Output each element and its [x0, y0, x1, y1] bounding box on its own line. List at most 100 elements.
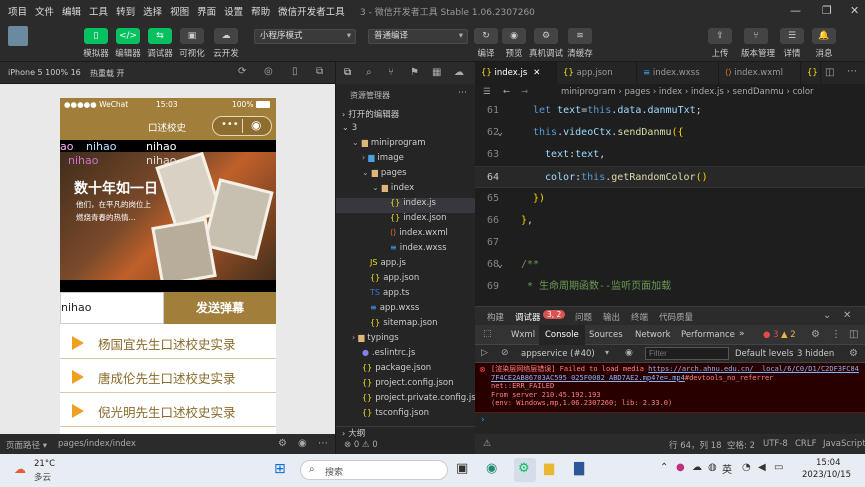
close-icon[interactable]: ✕ — [850, 4, 859, 17]
chevron-down-icon[interactable]: ▾ — [605, 348, 609, 357]
console-filter-input[interactable] — [645, 347, 729, 360]
eye-icon[interactable]: ◉ — [625, 348, 633, 358]
tab-code-quality[interactable]: 代码质量 — [659, 311, 693, 323]
tree-item[interactable]: {} sitemap.json — [336, 318, 476, 333]
detach-icon[interactable]: ⧉ — [316, 66, 323, 77]
forward-icon[interactable]: → — [521, 84, 528, 100]
console-prompt-icon[interactable]: › — [481, 415, 485, 425]
details-icon[interactable]: ☰ — [780, 28, 804, 44]
maximize-icon[interactable]: ❐ — [822, 4, 832, 17]
hotreload-toggle[interactable]: 热重载 开 — [90, 68, 125, 79]
code-line[interactable]: 65}) — [475, 188, 865, 210]
video-banner[interactable]: ao nihao nihao nihao nihao 数十年如一日 他们，在平凡… — [60, 140, 276, 292]
outline-section[interactable]: › 大纲 — [336, 426, 476, 441]
tab-sources[interactable]: Sources — [589, 330, 623, 340]
code-line[interactable]: 67 — [475, 232, 865, 254]
inspect-icon[interactable]: ⬚ — [483, 329, 492, 339]
menu-item-wechat-devtools[interactable]: 微信开发者工具 — [278, 4, 345, 18]
tree-item[interactable]: {} index.json — [336, 213, 476, 228]
tree-item[interactable]: TS app.ts — [336, 288, 476, 303]
open-editors-section[interactable]: › 打开的编辑器 — [336, 108, 476, 123]
tree-root[interactable]: ⌄ 3 — [336, 123, 476, 138]
tree-item[interactable]: ⌄ ▆ pages — [336, 168, 476, 183]
menu-item-help[interactable]: 帮助 — [251, 4, 270, 18]
back-icon[interactable]: ← — [503, 84, 510, 100]
menu-item-tools[interactable]: 工具 — [89, 4, 108, 18]
preview-icon[interactable]: ◉ — [502, 28, 526, 44]
clear-cache-icon[interactable]: ≋ — [568, 28, 592, 44]
more-icon[interactable]: ⋯ — [847, 66, 857, 77]
tray-app-icon[interactable]: ● — [676, 462, 685, 473]
tree-item[interactable]: JS app.js — [336, 258, 476, 273]
split-editor-icon[interactable]: ◫ — [825, 67, 834, 78]
upload-button[interactable]: 上传 — [700, 47, 740, 59]
input-method-label[interactable]: 英 — [722, 461, 732, 476]
tray-app-icon[interactable]: ◍ — [708, 462, 717, 473]
tree-item[interactable]: ≡ app.wxss — [336, 303, 476, 318]
danmu-input[interactable]: nihao — [60, 292, 164, 324]
console-error-entry[interactable]: ⊗ [渲染层网络层错误] Failed to load media https:… — [475, 363, 865, 413]
more-icon[interactable]: ••• — [221, 119, 239, 130]
code-line[interactable]: 68 ⌄ /** — [475, 254, 865, 276]
wechat-devtools-icon[interactable]: ⚙ — [518, 461, 530, 476]
tab-console[interactable]: Console — [539, 325, 585, 345]
encoding-setting[interactable]: UTF-8 — [763, 439, 788, 449]
debugger-icon[interactable]: ⇆ — [148, 28, 172, 44]
cloud-dev-button[interactable]: 云开发 — [206, 47, 246, 59]
compile-select[interactable]: 普通编译 — [368, 29, 468, 44]
list-item[interactable]: 倪光明先生口述校史实录 — [60, 394, 276, 427]
tab-performance[interactable]: Performance — [681, 330, 735, 340]
close-icon[interactable]: ✕ — [843, 310, 851, 321]
compile-icon[interactable]: ↻ — [474, 28, 498, 44]
sidebar-toggle-icon[interactable]: ▷ — [481, 348, 488, 358]
menu-item-select[interactable]: 选择 — [143, 4, 162, 18]
tree-item[interactable]: {} project.config.json — [336, 378, 476, 393]
send-danmu-button[interactable]: 发送弹幕 — [164, 292, 276, 324]
tree-item[interactable]: ⟨⟩ index.wxml — [336, 228, 476, 243]
clear-cache-button[interactable]: 清缓存 — [560, 47, 600, 59]
menu-item-settings[interactable]: 设置 — [224, 4, 243, 18]
search-icon[interactable]: ⌕ — [366, 67, 372, 78]
menu-item-edit[interactable]: 编辑 — [62, 4, 81, 18]
close-icon[interactable]: ✕ — [533, 68, 540, 78]
tree-item[interactable]: {} index.js — [336, 198, 476, 213]
code-line[interactable]: 62 ⌄ this.videoCtx.sendDanmu({ — [475, 122, 865, 144]
version-icon[interactable]: ⑂ — [744, 28, 768, 44]
visual-icon[interactable]: ▣ — [180, 28, 204, 44]
menu-item-interface[interactable]: 界面 — [197, 4, 216, 18]
mode-select[interactable]: 小程序模式 — [254, 29, 356, 44]
language-mode[interactable]: JavaScript — [823, 439, 865, 449]
tree-item[interactable]: ● .eslintrc.js — [336, 348, 476, 363]
more-tabs-icon[interactable]: » — [739, 329, 745, 339]
tab-output[interactable]: 输出 — [603, 311, 620, 323]
tab-index-wxss[interactable]: ≡ index.wxss — [637, 62, 719, 84]
close-miniprogram-icon[interactable]: ◉ — [251, 118, 261, 132]
device-select[interactable]: iPhone 5 100% 16 — [8, 68, 81, 77]
tree-item[interactable]: › ▆ image — [336, 153, 476, 168]
start-icon[interactable]: ⊞ — [274, 461, 286, 477]
error-count[interactable]: ● 3 — [763, 330, 779, 340]
tab-app-json[interactable]: {} app.json — [557, 62, 637, 84]
tab-more[interactable]: {} — [801, 62, 821, 84]
wifi-icon[interactable]: ◔ — [742, 462, 751, 473]
source-control-icon[interactable]: ⑂ — [388, 67, 394, 78]
tab-network[interactable]: Network — [635, 330, 671, 340]
tab-problems[interactable]: 问题 — [575, 311, 592, 323]
code-line[interactable]: 69 * 生命周期函数--监听页面加载 — [475, 276, 865, 298]
tree-item[interactable]: ≡ index.wxss — [336, 243, 476, 258]
rotate-icon[interactable]: ⟳ — [238, 66, 246, 77]
fold-icon[interactable]: ⌄ — [497, 254, 503, 276]
weather-temp[interactable]: 21°C — [34, 459, 55, 469]
code-line[interactable]: 61 let text=this.data.danmuTxt; — [475, 100, 865, 122]
clock-date[interactable]: 2023/10/15 — [802, 470, 851, 480]
menu-item-file[interactable]: 文件 — [35, 4, 54, 18]
clear-console-icon[interactable]: ⊘ — [501, 348, 509, 358]
tree-item[interactable]: {} package.json — [336, 363, 476, 378]
settings-icon[interactable]: ⚙ — [278, 438, 287, 449]
taskbar-search[interactable]: ⌕ 搜索 — [300, 460, 448, 480]
menu-item-project[interactable]: 项目 — [8, 4, 27, 18]
debug-icon[interactable]: ⚑ — [410, 67, 419, 78]
volume-icon[interactable]: ◀ — [758, 462, 766, 473]
tab-index-js[interactable]: {} index.js ✕ — [475, 62, 557, 84]
list-item[interactable]: 唐成伦先生口述校史实录 — [60, 360, 276, 393]
